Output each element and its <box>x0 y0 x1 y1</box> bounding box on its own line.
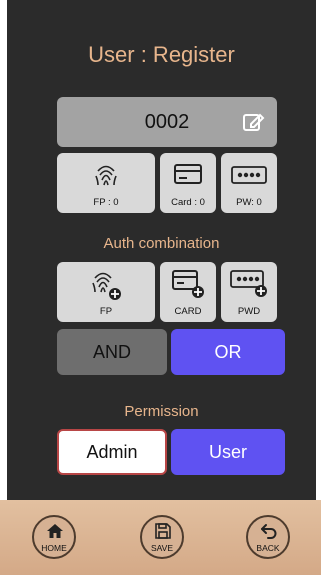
edit-icon[interactable] <box>241 110 265 134</box>
user-id-value: 0002 <box>144 110 190 133</box>
home-icon <box>47 524 63 538</box>
back-button[interactable]: BACK <box>246 515 290 559</box>
auth-fp-label: FP <box>99 306 113 317</box>
home-button[interactable]: HOME <box>32 515 76 559</box>
save-label: SAVE <box>150 543 174 553</box>
fingerprint-add-icon <box>92 272 121 300</box>
user-id-field[interactable]: 0002 <box>57 97 277 147</box>
pw-count-tile[interactable]: PW: 0 <box>221 153 277 213</box>
back-icon <box>261 524 277 539</box>
fingerprint-icon <box>95 165 117 186</box>
admin-button[interactable]: Admin <box>57 429 167 475</box>
auth-pwd-label: PWD <box>237 306 261 317</box>
card-icon <box>174 164 202 184</box>
auth-fp-tile[interactable]: FP <box>57 262 155 322</box>
pw-count: PW: 0 <box>236 197 262 208</box>
and-button[interactable]: AND <box>57 329 167 375</box>
card-count: Card : 0 <box>171 197 205 208</box>
auth-card-tile[interactable]: CARD <box>160 262 216 322</box>
auth-card-label: CARD <box>174 306 202 317</box>
save-button[interactable]: SAVE <box>140 515 184 559</box>
password-add-icon <box>230 270 267 297</box>
app-screen: User : Register 0002 FP : 0 Card : 0 PW:… <box>7 0 316 500</box>
back-label: BACK <box>256 543 280 553</box>
page-title: User : Register <box>88 42 235 67</box>
user-button[interactable]: User <box>171 429 285 475</box>
auth-combination-label: Auth combination <box>103 235 220 252</box>
or-button[interactable]: OR <box>171 329 285 375</box>
home-label: HOME <box>41 543 67 553</box>
password-icon <box>231 166 267 184</box>
card-count-tile[interactable]: Card : 0 <box>160 153 216 213</box>
fp-count: FP : 0 <box>93 197 119 208</box>
card-add-icon <box>172 270 204 298</box>
bottom-nav-bar: HOME SAVE BACK <box>0 500 321 575</box>
save-icon <box>155 523 171 539</box>
auth-pwd-tile[interactable]: PWD <box>221 262 277 322</box>
fp-count-tile[interactable]: FP : 0 <box>57 153 155 213</box>
permission-label: Permission <box>124 403 199 420</box>
